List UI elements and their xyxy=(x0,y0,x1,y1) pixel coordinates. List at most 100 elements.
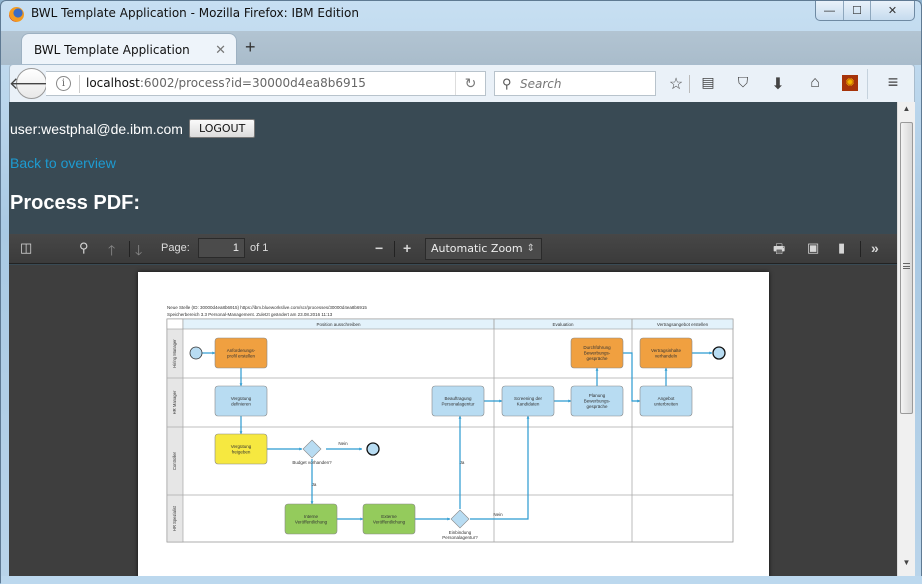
task-label: Planung xyxy=(589,393,606,398)
bookmark-star-icon[interactable]: ☆ xyxy=(666,74,686,94)
reading-list-icon[interactable]: ▤ xyxy=(698,74,718,91)
pocket-icon[interactable]: ⛉ xyxy=(733,74,753,91)
ibm-addon-icon[interactable]: ✺ xyxy=(842,75,858,91)
end-event xyxy=(366,442,380,456)
logout-button[interactable]: LOGOUT xyxy=(188,119,256,138)
url-separator xyxy=(79,75,80,93)
vertical-scrollbar[interactable]: ▲ ▼ xyxy=(897,102,915,576)
download-icon[interactable]: ⬇ xyxy=(768,74,788,94)
gateway-label: Budget vorhanden? xyxy=(292,460,332,465)
flow-label: Ja xyxy=(460,460,465,465)
task-label: Externe xyxy=(381,514,397,519)
task-label: definieren xyxy=(231,401,251,406)
url-path: :6002/process?id=30000d4ea8b6915 xyxy=(139,76,366,90)
task-label: verhandeln xyxy=(655,353,678,358)
page-number-input[interactable]: 1 xyxy=(198,238,245,258)
grip-icon xyxy=(903,263,910,269)
reload-icon[interactable]: ↻ xyxy=(455,72,485,95)
flow-label: Nein xyxy=(493,512,503,517)
pdf-toolbar: ◫ ⚲ 🡑 🡓 Page: 1 of 1 − + Automatic Zoom ⇕… xyxy=(9,234,897,264)
toolbar-separator xyxy=(394,241,395,257)
search-bar[interactable]: ⚲ Search xyxy=(494,71,656,96)
back-button[interactable]: 🡐 xyxy=(9,68,54,99)
toolbar-separator xyxy=(860,241,861,257)
task-label: Vertragsinhalte xyxy=(651,348,682,353)
home-icon[interactable]: ⌂ xyxy=(805,74,825,92)
corner-cell xyxy=(166,318,184,330)
toolbar-separator xyxy=(867,69,868,99)
process-diagram: Neue Stelle (ID: 30000d4ea8b6915) https:… xyxy=(166,305,734,543)
pdf-download-icon[interactable]: ▣ xyxy=(807,240,819,256)
phase-label: Evaluation xyxy=(552,322,574,327)
close-window-button[interactable]: ✕ xyxy=(870,1,914,20)
task-label: profil erstellen xyxy=(227,353,256,358)
tools-icon[interactable]: » xyxy=(871,240,879,256)
lane-label: HR Manager xyxy=(172,390,177,414)
task-label: Bewerbungs- xyxy=(584,399,611,404)
scrollbar-thumb[interactable] xyxy=(900,122,913,414)
toolbar-separator xyxy=(689,75,690,93)
phase-label: Position ausschreiben xyxy=(316,322,361,327)
tab-bwl-template[interactable]: BWL Template Application ✕ xyxy=(21,33,237,65)
task-label: Durchführung xyxy=(583,345,611,350)
task-label: Veröffentlichung xyxy=(295,519,328,524)
zoom-in-icon[interactable]: + xyxy=(403,240,411,256)
tab-title: BWL Template Application xyxy=(34,43,190,57)
print-icon[interactable]: 🖶 xyxy=(773,240,785,262)
end-event xyxy=(712,346,726,360)
find-icon[interactable]: ⚲ xyxy=(79,240,89,256)
previous-page-icon[interactable]: 🡑 xyxy=(108,240,115,264)
task-label: Veröffentlichung xyxy=(373,519,406,524)
window-title: BWL Template Application - Mozilla Firef… xyxy=(31,6,359,20)
task-label: freigeben xyxy=(232,449,251,454)
next-page-icon[interactable]: 🡓 xyxy=(135,240,142,264)
lane-label: Controller xyxy=(172,451,177,470)
window-controls: — ☐ ✕ xyxy=(815,1,915,21)
bookmark-icon[interactable]: ▮ xyxy=(838,240,845,256)
user-label: user:westphal@de.ibm.com xyxy=(10,120,183,137)
new-tab-button[interactable]: + xyxy=(245,37,256,58)
toolbar-separator xyxy=(129,241,130,257)
pdf-viewer-area[interactable]: Neue Stelle (ID: 30000d4ea8b6915) https:… xyxy=(9,265,897,576)
scroll-down-arrow-icon[interactable]: ▼ xyxy=(898,558,915,574)
minimize-button[interactable]: — xyxy=(816,1,843,20)
diagram-header-line1: Neue Stelle (ID: 30000d4ea8b6915) https:… xyxy=(167,305,367,310)
scroll-up-arrow-icon[interactable]: ▲ xyxy=(898,104,915,120)
phase-label: Vertragsangebot erstellen xyxy=(657,322,709,327)
select-arrows-icon: ⇕ xyxy=(526,243,535,254)
task-label: Angebot xyxy=(658,396,676,401)
zoom-out-icon[interactable]: − xyxy=(375,240,383,256)
sidebar-toggle-icon[interactable]: ◫ xyxy=(20,240,32,256)
menu-icon[interactable]: ≡ xyxy=(883,72,903,93)
task-label: Bewerbungs- xyxy=(584,351,611,356)
task-label: gespräche xyxy=(586,356,608,361)
task-label: Personalagentur xyxy=(441,401,475,406)
user-line: user:westphal@de.ibm.com LOGOUT xyxy=(10,119,256,138)
page-count: of 1 xyxy=(250,242,269,254)
task-label: Kandidaten xyxy=(517,401,540,406)
back-to-overview-link[interactable]: Back to overview xyxy=(10,155,116,171)
firefox-logo-icon xyxy=(9,7,24,22)
task-label: Beauftragung xyxy=(444,396,472,401)
flow-label: Ja xyxy=(312,482,317,487)
task-label: unterbreiten xyxy=(654,401,679,406)
task-label: Anforderungs- xyxy=(227,348,256,353)
maximize-button[interactable]: ☐ xyxy=(843,1,870,20)
info-icon[interactable]: i xyxy=(56,76,71,91)
gateway-label: Personalagentur? xyxy=(442,535,478,540)
page-content: user:westphal@de.ibm.com LOGOUT Back to … xyxy=(9,102,897,576)
zoom-select[interactable]: Automatic Zoom ⇕ xyxy=(425,238,542,260)
lane-label: HR Spezialist xyxy=(172,505,177,531)
page-label: Page: xyxy=(161,242,190,254)
url-bar[interactable]: i localhost:6002/process?id=30000d4ea8b6… xyxy=(46,71,486,96)
pdf-page: Neue Stelle (ID: 30000d4ea8b6915) https:… xyxy=(138,272,769,576)
search-icon: ⚲ xyxy=(502,76,512,91)
tab-close-icon[interactable]: ✕ xyxy=(215,42,226,58)
url-text[interactable]: localhost:6002/process?id=30000d4ea8b691… xyxy=(86,76,366,90)
navigation-toolbar: 🡐 i localhost:6002/process?id=30000d4ea8… xyxy=(9,64,915,102)
start-event xyxy=(189,346,203,360)
task-label: Interne xyxy=(304,514,319,519)
task-label: Screening der xyxy=(514,396,543,401)
task-label: Vergütung xyxy=(231,444,252,449)
url-host: localhost xyxy=(86,76,140,90)
